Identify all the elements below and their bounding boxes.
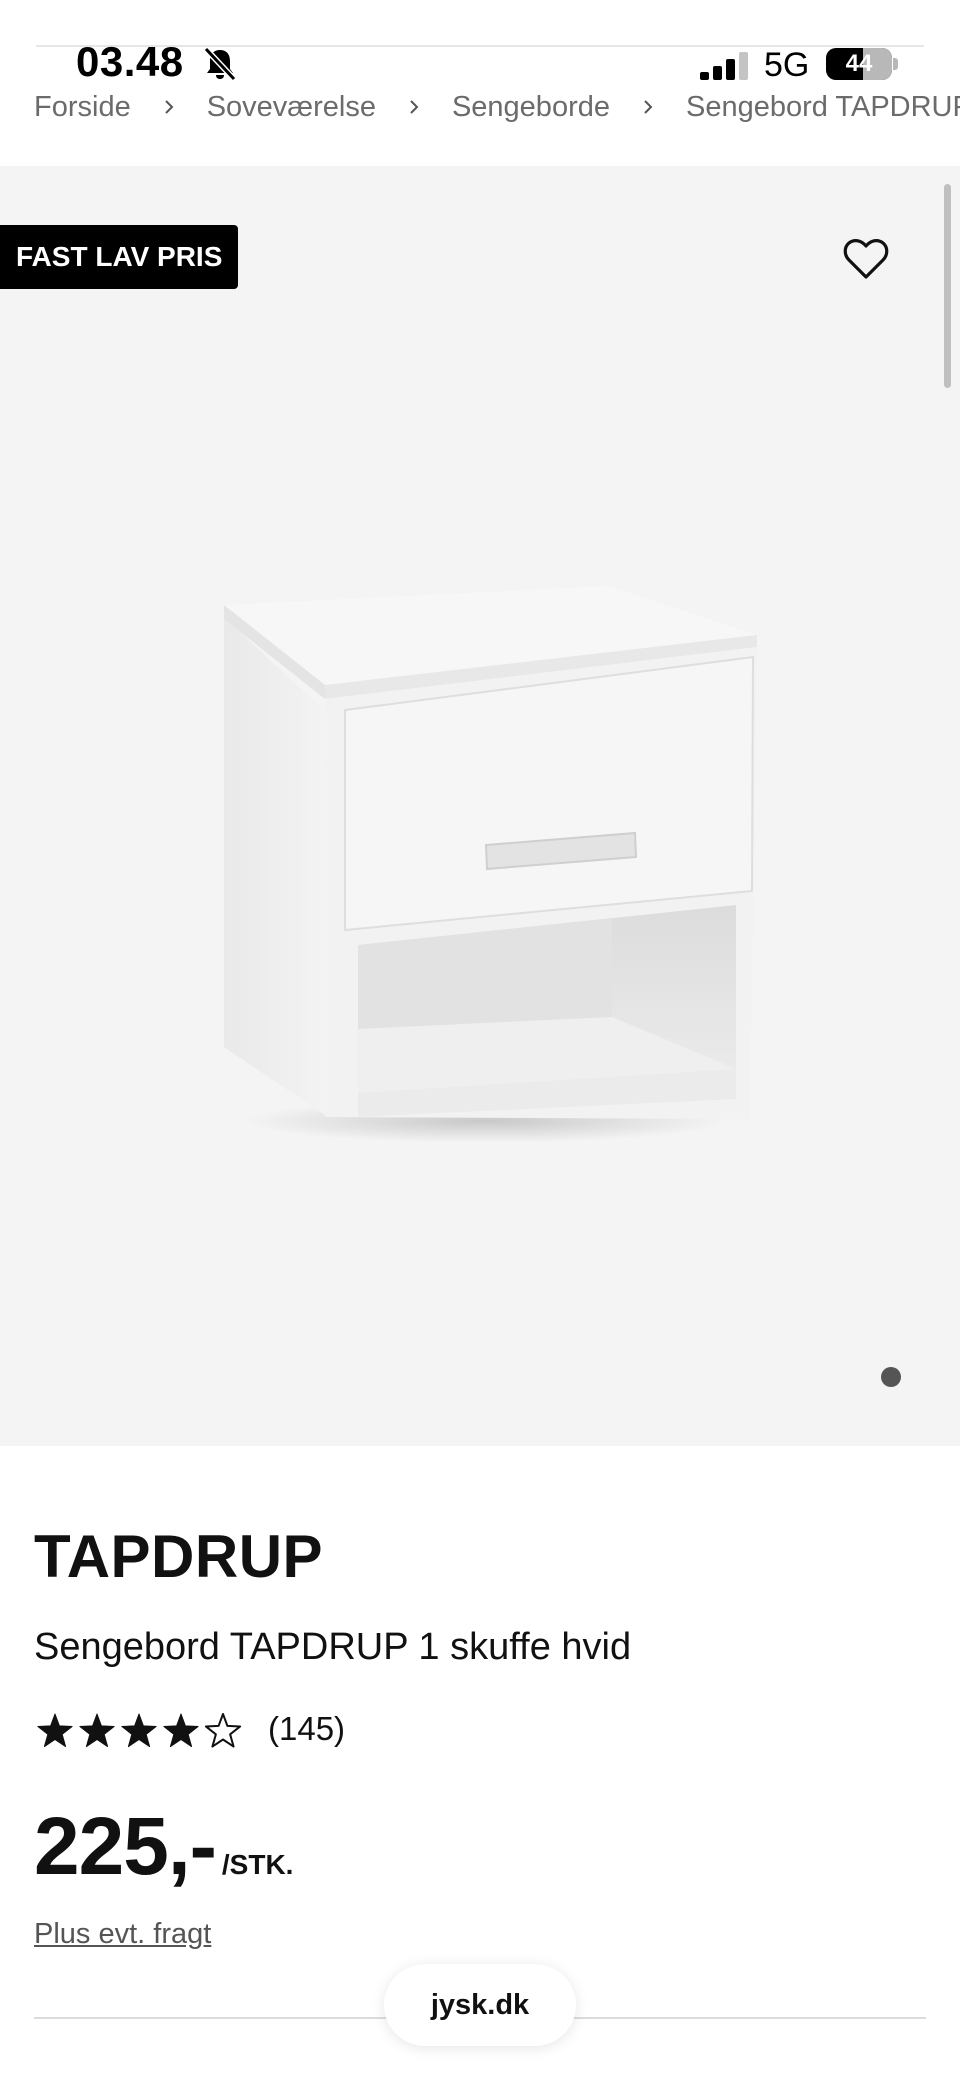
battery-level: 44 — [845, 50, 873, 77]
network-type: 5G — [764, 46, 810, 84]
shipping-link[interactable]: Plus evt. fragt — [34, 1918, 211, 1951]
star-filled-icon — [79, 1713, 115, 1748]
review-count[interactable]: (145) — [268, 1710, 345, 1748]
cellular-signal-icon — [700, 52, 748, 80]
chevron-right-icon — [164, 100, 174, 115]
price-row: 225,-/STK. — [34, 1800, 294, 1892]
product-title: Sengebord TAPDRUP 1 skuffe hvid — [34, 1626, 632, 1668]
breadcrumb-item-bedroom[interactable]: Soveværelse — [207, 91, 376, 124]
status-time: 03.48 — [76, 38, 184, 85]
star-filled-icon — [121, 1713, 157, 1748]
product-price: 225,- — [34, 1801, 217, 1892]
star-empty-icon — [204, 1713, 242, 1748]
bell-slash-icon — [203, 46, 237, 82]
product-image[interactable] — [200, 469, 760, 1149]
product-gallery[interactable]: FAST LAV PRIS — [0, 166, 960, 1446]
star-filled-icon — [37, 1713, 73, 1748]
battery-icon: 44 — [826, 48, 892, 80]
browser-url-bar[interactable]: jysk.dk — [384, 1964, 576, 2046]
product-brand: TAPDRUP — [34, 1523, 324, 1590]
breadcrumb-item-bedside-tables[interactable]: Sengeborde — [452, 91, 610, 124]
breadcrumb: Forside Soveværelse Sengeborde Sengebord TA… — [34, 90, 960, 134]
chevron-right-icon — [410, 100, 419, 115]
battery-tip — [893, 58, 898, 70]
carousel-dot-active[interactable] — [881, 1367, 901, 1387]
price-badge: FAST LAV PRIS — [0, 225, 239, 289]
rating-stars — [37, 1713, 242, 1748]
breadcrumb-item-home[interactable]: Forside — [34, 91, 131, 124]
heart-outline-icon[interactable] — [843, 238, 889, 280]
scrollbar[interactable] — [944, 184, 951, 388]
status-bar: 03.48 5G 44 — [0, 0, 960, 92]
price-unit: /STK. — [221, 1849, 294, 1880]
breadcrumb-item-current: Sengebord TAPDRUP — [685, 90, 960, 123]
chevron-right-icon — [644, 100, 653, 115]
star-filled-icon — [163, 1713, 199, 1748]
